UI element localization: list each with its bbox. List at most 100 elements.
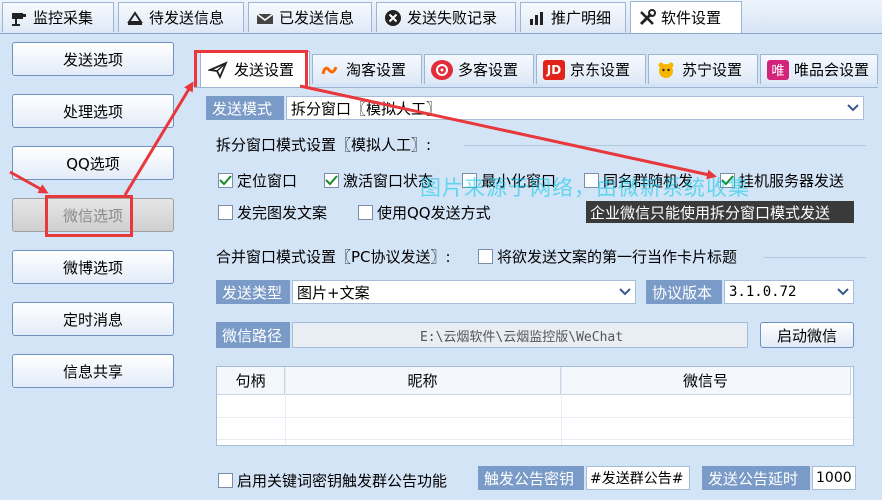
tab-label: 推广明细 bbox=[551, 9, 612, 27]
trigger-key-input[interactable]: #发送群公告# bbox=[586, 466, 690, 490]
checkbox-box bbox=[358, 205, 373, 220]
tab-pending-messages[interactable]: 待发送信息 bbox=[118, 2, 244, 32]
wechat-path-field[interactable]: E:\云烟软件\云烟监控版\WeChat bbox=[292, 322, 748, 348]
wechat-path-label: 微信路径 bbox=[216, 322, 290, 348]
subtab-send-settings[interactable]: 发送设置 bbox=[200, 51, 310, 87]
tab-label: 京东设置 bbox=[570, 61, 631, 79]
duoke-icon bbox=[431, 59, 453, 80]
tab-software-settings[interactable]: 软件设置 bbox=[630, 1, 742, 33]
checkbox-label: 激活窗口状态 bbox=[343, 172, 434, 190]
announce-delay-label: 发送公告延时 bbox=[702, 466, 810, 490]
wechat-account-table: 句柄 昵称 微信号 bbox=[216, 366, 854, 446]
sidebar-item-label: 处理选项 bbox=[62, 102, 123, 121]
settings-sidebar: 发送选项 处理选项 QQ选项 微信选项 微博选项 定时消息 信息共享 bbox=[0, 35, 190, 500]
checkbox-minimize-window[interactable]: 最小化窗口 bbox=[462, 170, 556, 191]
subtab-taoke-settings[interactable]: 淘客设置 bbox=[312, 54, 422, 84]
column-header-wechat-id: 微信号 bbox=[561, 367, 851, 395]
send-type-label: 发送类型 bbox=[216, 280, 290, 304]
checkbox-label: 挂机服务器发送 bbox=[739, 172, 845, 190]
chevron-down-icon bbox=[843, 97, 863, 119]
send-type-select[interactable]: 图片+文案 bbox=[292, 280, 636, 304]
protocol-version-select[interactable]: 3.1.0.72 bbox=[724, 280, 854, 304]
sidebar-item-weibo-options[interactable]: 微博选项 bbox=[12, 250, 174, 284]
table-row[interactable] bbox=[217, 396, 853, 418]
sidebar-item-info-sharing[interactable]: 信息共享 bbox=[12, 354, 174, 388]
sidebar-item-label: 发送选项 bbox=[62, 50, 123, 69]
checkbox-box bbox=[584, 173, 599, 188]
chevron-down-icon bbox=[833, 281, 853, 303]
checkbox-box bbox=[324, 173, 339, 188]
suning-icon bbox=[655, 60, 677, 80]
tab-promotion-details[interactable]: 推广明细 bbox=[520, 2, 626, 32]
announce-delay-input[interactable]: 1000 bbox=[812, 466, 856, 490]
checkbox-hosted-server-send[interactable]: 挂机服务器发送 bbox=[720, 170, 844, 191]
checkbox-label: 同名群随机发 bbox=[603, 172, 694, 190]
stamp-icon bbox=[125, 9, 145, 27]
tools-icon bbox=[637, 8, 657, 27]
tab-failed-records[interactable]: 发送失败记录 bbox=[376, 2, 516, 32]
close-circle-icon bbox=[383, 9, 403, 27]
checkbox-box bbox=[462, 173, 477, 188]
taoke-icon bbox=[319, 60, 341, 80]
checkbox-image-then-text[interactable]: 发完图发文案 bbox=[218, 202, 327, 223]
bar-chart-icon bbox=[527, 9, 547, 27]
top-tab-bar: 监控采集 待发送信息 已发送信息 发送失败记录 推广明细 软件设置 bbox=[0, 0, 882, 34]
protocol-version-value: 3.1.0.72 bbox=[729, 284, 797, 300]
send-type-value: 图片+文案 bbox=[297, 283, 370, 302]
camera-icon bbox=[9, 9, 29, 27]
checkbox-same-name-random[interactable]: 同名群随机发 bbox=[584, 170, 693, 191]
tab-label: 软件设置 bbox=[661, 9, 722, 27]
start-wechat-button[interactable]: 启动微信 bbox=[760, 322, 854, 348]
sidebar-item-process-options[interactable]: 处理选项 bbox=[12, 94, 174, 128]
checkbox-locate-window[interactable]: 定位窗口 bbox=[218, 170, 297, 191]
checkbox-label: 使用QQ发送方式 bbox=[377, 204, 491, 222]
split-group-divider bbox=[464, 145, 866, 146]
checkbox-box bbox=[218, 173, 233, 188]
enterprise-wechat-note: 企业微信只能使用拆分窗口模式发送 bbox=[586, 201, 854, 223]
tab-monitor-collect[interactable]: 监控采集 bbox=[2, 2, 114, 32]
subtab-jd-settings[interactable]: JD 京东设置 bbox=[536, 54, 646, 84]
table-column-divider bbox=[561, 367, 562, 445]
sidebar-item-scheduled-messages[interactable]: 定时消息 bbox=[12, 302, 174, 336]
sub-tab-bar: 发送设置 淘客设置 多客设置 JD 京东设置 苏宁设置 唯 唯品会设置 bbox=[190, 35, 882, 90]
send-settings-content: 发送模式 拆分窗口〖模拟人工〗 拆分窗口模式设置〖模拟人工〗: 定位窗口 激活窗… bbox=[194, 87, 878, 500]
send-mode-value: 拆分窗口〖模拟人工〗 bbox=[291, 99, 442, 118]
vip-icon: 唯 bbox=[767, 59, 789, 80]
checkbox-activate-window[interactable]: 激活窗口状态 bbox=[324, 170, 433, 191]
trigger-key-label: 触发公告密钥 bbox=[478, 466, 584, 490]
split-group-title: 拆分窗口模式设置〖模拟人工〗: bbox=[216, 136, 432, 154]
merge-group-divider bbox=[764, 257, 866, 258]
tab-label: 发送失败记录 bbox=[407, 9, 498, 27]
envelope-icon bbox=[255, 9, 275, 27]
column-header-handle: 句柄 bbox=[217, 367, 285, 395]
tab-label: 监控采集 bbox=[33, 9, 94, 27]
send-mode-label: 发送模式 bbox=[206, 96, 284, 120]
tab-label: 发送设置 bbox=[234, 61, 295, 79]
checkbox-card-title[interactable]: 将欲发送文案的第一行当作卡片标题 bbox=[478, 246, 737, 267]
subtab-vip-settings[interactable]: 唯 唯品会设置 bbox=[760, 54, 878, 84]
sidebar-item-wechat-options[interactable]: 微信选项 bbox=[12, 198, 174, 232]
send-mode-select[interactable]: 拆分窗口〖模拟人工〗 bbox=[286, 96, 864, 120]
send-icon bbox=[207, 60, 229, 80]
tab-sent-messages[interactable]: 已发送信息 bbox=[248, 2, 372, 32]
tab-label: 多客设置 bbox=[458, 61, 519, 79]
table-row[interactable] bbox=[217, 418, 853, 440]
checkbox-use-qq-send[interactable]: 使用QQ发送方式 bbox=[358, 202, 491, 223]
sidebar-item-qq-options[interactable]: QQ选项 bbox=[12, 146, 174, 180]
checkbox-box bbox=[478, 249, 493, 264]
checkbox-box bbox=[218, 473, 233, 488]
sidebar-item-label: 微信选项 bbox=[62, 206, 123, 225]
checkbox-label: 最小化窗口 bbox=[481, 172, 557, 190]
sidebar-item-label: 信息共享 bbox=[62, 362, 123, 381]
subtab-suning-settings[interactable]: 苏宁设置 bbox=[648, 54, 758, 84]
tab-label: 淘客设置 bbox=[346, 61, 407, 79]
subtab-duoke-settings[interactable]: 多客设置 bbox=[424, 54, 534, 84]
checkbox-keyword-trigger[interactable]: 启用关键词密钥触发群公告功能 bbox=[218, 470, 447, 491]
checkbox-box bbox=[218, 205, 233, 220]
checkbox-label: 将欲发送文案的第一行当作卡片标题 bbox=[497, 248, 738, 266]
table-column-divider bbox=[285, 367, 286, 445]
checkbox-label: 启用关键词密钥触发群公告功能 bbox=[237, 472, 448, 490]
sidebar-item-send-options[interactable]: 发送选项 bbox=[12, 42, 174, 76]
chevron-down-icon bbox=[615, 281, 635, 303]
checkbox-box bbox=[720, 173, 735, 188]
